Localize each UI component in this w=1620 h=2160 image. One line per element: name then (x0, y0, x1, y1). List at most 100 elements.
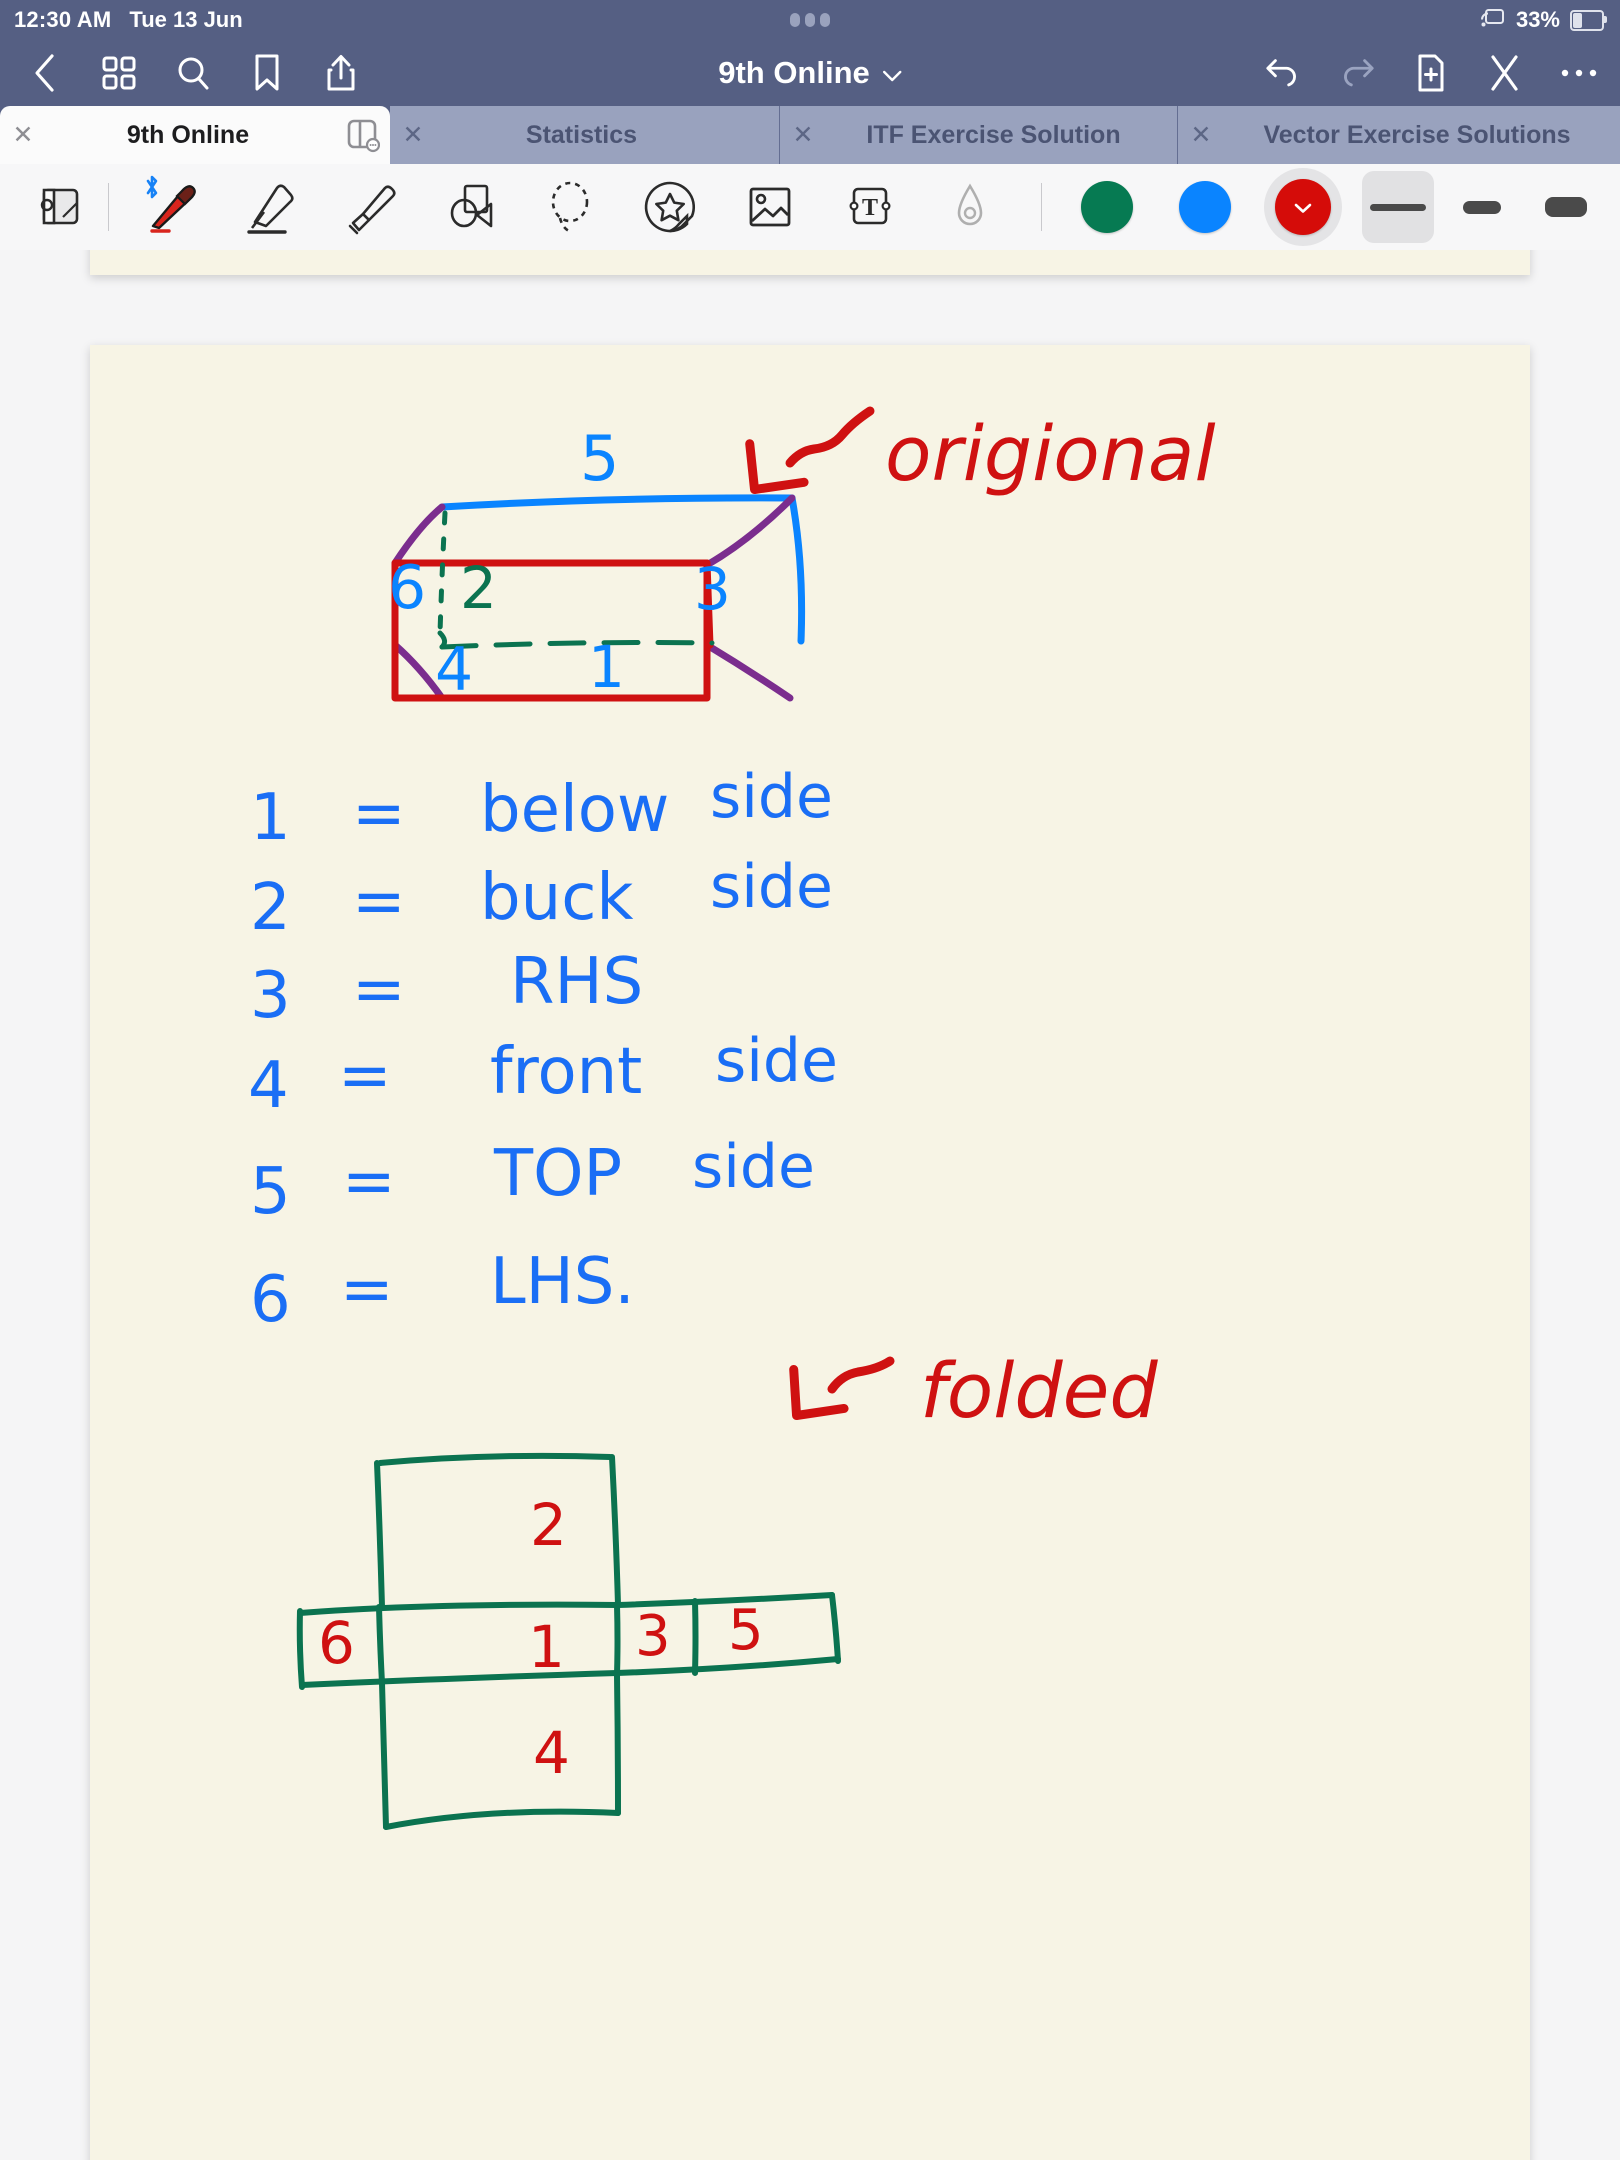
note-canvas[interactable]: .hw { font-family:"DejaVu Sans", sans-se… (0, 250, 1620, 2160)
page-title: 9th Online (718, 55, 870, 90)
legend-eq: = (338, 1039, 392, 1113)
legend-num: 3 (250, 959, 291, 1033)
legend-text-2: side (715, 1026, 838, 1096)
legend-num: 4 (248, 1049, 289, 1123)
legend-num: 6 (250, 1263, 291, 1337)
green-swatch[interactable] (1068, 168, 1146, 246)
close-icon[interactable]: ✕ (780, 122, 826, 148)
legend-eq: = (340, 1253, 394, 1327)
clock: 12:30 AM (14, 7, 112, 32)
tab-itf-exercise-solution[interactable]: ✕ ITF Exercise Solution (780, 106, 1178, 164)
dot-3 (820, 13, 830, 27)
status-bar-left: 12:30 AM Tue 13 Jun (14, 7, 243, 33)
more-icon[interactable] (1560, 54, 1598, 92)
pen-tool[interactable] (131, 172, 209, 242)
original-annotation: origional (745, 406, 1216, 498)
nav-bar: 9th Online (0, 40, 1620, 106)
add-page-icon[interactable] (1412, 54, 1450, 92)
label-1: 1 (588, 633, 625, 701)
legend-row-2: 2 = buck side (250, 852, 833, 945)
shapes-tool[interactable] (431, 172, 509, 242)
sticker-tool[interactable] (631, 172, 709, 242)
red-swatch[interactable] (1264, 168, 1342, 246)
screen-mirror-icon (1480, 7, 1506, 34)
tab-label: Statistics (525, 120, 638, 149)
legend-text: RHS (510, 945, 643, 1019)
legend-eq: = (352, 777, 406, 851)
legend-eq: = (352, 953, 406, 1027)
close-icon[interactable] (1486, 54, 1524, 92)
legend-num: 5 (250, 1155, 291, 1229)
bookmark-icon[interactable] (248, 54, 286, 92)
label-2: 2 (460, 554, 497, 622)
drawing-toolbar: T (0, 164, 1620, 251)
undo-icon[interactable] (1264, 54, 1302, 92)
chevron-down-icon (882, 55, 902, 91)
split-view-icon[interactable] (336, 117, 390, 153)
share-icon[interactable] (322, 54, 360, 92)
close-icon[interactable]: ✕ (1178, 122, 1224, 148)
dynamic-island-dots (790, 13, 830, 27)
eraser-tool[interactable] (231, 172, 309, 242)
folded-annotation: folded (789, 1346, 1158, 1435)
label-6: 6 (388, 553, 426, 623)
text-box-tool[interactable]: T (831, 172, 909, 242)
net-label-4: 4 (533, 1719, 570, 1787)
legend-text: below (480, 773, 669, 847)
legend-num: 2 (250, 871, 291, 945)
lasso-select-tool[interactable] (531, 172, 609, 242)
redo-icon[interactable] (1338, 54, 1376, 92)
cuboid-3d-diagram: 5 6 2 3 4 1 (388, 422, 806, 705)
tab-vector-exercise-solutions[interactable]: ✕ Vector Exercise Solutions (1178, 106, 1620, 164)
battery-icon (1570, 9, 1607, 31)
close-icon[interactable]: ✕ (0, 122, 46, 148)
legend-eq: = (342, 1145, 396, 1219)
tab-strip: ✕ 9th Online ✕ Statistics ✕ ITF Exercise… (0, 106, 1620, 164)
legend-text-2: side (710, 762, 833, 832)
net-label-1: 1 (528, 1613, 565, 1681)
legend-list: 1 = below side 2 = buck side 3 = RHS 4 =… (248, 762, 838, 1337)
tool-group: T (131, 172, 1009, 242)
legend-text-2: side (710, 852, 833, 922)
stroke-width-group (1362, 171, 1602, 243)
thin-stroke[interactable] (1362, 171, 1434, 243)
legend-eq: = (352, 865, 406, 939)
status-bar: 12:30 AM Tue 13 Jun 33% (0, 0, 1620, 40)
date: Tue 13 Jun (129, 7, 243, 32)
tab-label: Vector Exercise Solutions (1263, 120, 1571, 149)
blue-swatch[interactable] (1166, 168, 1244, 246)
label-3: 3 (694, 555, 731, 623)
search-icon[interactable] (174, 54, 212, 92)
legend-row-3: 3 = RHS (250, 945, 643, 1033)
tab-9th-online[interactable]: ✕ 9th Online (0, 106, 390, 164)
legend-text: TOP (493, 1137, 622, 1211)
thick-stroke[interactable] (1530, 171, 1602, 243)
net-label-2: 2 (530, 1491, 567, 1559)
chevron-down-icon (1293, 196, 1313, 218)
eyedropper-tool[interactable] (931, 172, 1009, 242)
highlighter-tool[interactable] (331, 172, 409, 242)
battery-percent: 33% (1515, 7, 1560, 32)
legend-row-4: 4 = front side (248, 1026, 838, 1123)
document-title-button[interactable]: 9th Online (718, 55, 902, 91)
folded-label-text: folded (920, 1346, 1158, 1435)
bluetooth-icon (143, 174, 161, 205)
grid-pages-icon[interactable] (100, 54, 138, 92)
dot-2 (805, 13, 815, 27)
back-chevron-icon[interactable] (26, 54, 64, 92)
label-4: 4 (435, 635, 473, 705)
tab-label: 9th Online (126, 120, 250, 149)
status-bar-right: 33% (1480, 7, 1607, 34)
app-root: 12:30 AM Tue 13 Jun 33% 9th Online ✕ 9th… (0, 0, 1620, 2160)
tab-statistics[interactable]: ✕ Statistics (390, 106, 780, 164)
legend-text-2: side (692, 1132, 815, 1202)
note-page[interactable]: .hw { font-family:"DejaVu Sans", sans-se… (90, 345, 1530, 2160)
svg-text:T: T (862, 195, 878, 221)
close-icon[interactable]: ✕ (390, 122, 436, 148)
legend-row-1: 1 = below side (250, 762, 833, 855)
nav-right-group (1264, 54, 1598, 92)
pages-panel-icon[interactable] (30, 179, 86, 235)
image-tool[interactable] (731, 172, 809, 242)
legend-text: buck (480, 861, 633, 935)
medium-stroke[interactable] (1446, 171, 1518, 243)
